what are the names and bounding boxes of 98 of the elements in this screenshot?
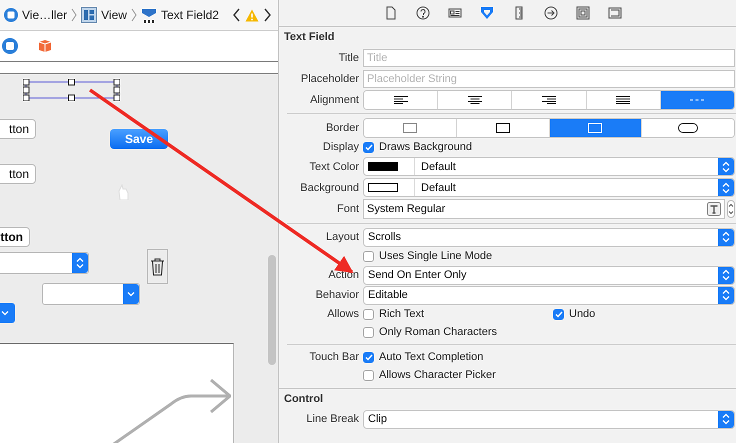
stepper-icon [722, 160, 730, 172]
field-label: Background [299, 182, 359, 194]
path-item[interactable]: Text Field2 [160, 8, 219, 22]
color-popup[interactable]: Default [363, 178, 735, 197]
inspector-tab[interactable] [574, 4, 592, 22]
push-button[interactable]: tton [0, 164, 36, 184]
inspector-tab[interactable] [414, 4, 432, 22]
stepper-icon[interactable] [727, 200, 735, 218]
checkbox-label: Uses Single Line Mode [379, 250, 492, 262]
popup-button[interactable] [0, 303, 15, 323]
bindings-icon [576, 6, 590, 20]
popup-button[interactable]: Scrolls [363, 228, 735, 246]
align-right-icon [542, 96, 556, 104]
path-item[interactable]: Vie…ller [22, 8, 68, 22]
save-button[interactable]: Save [110, 129, 168, 149]
checkmark-icon [554, 310, 562, 318]
checkbox[interactable] [363, 142, 374, 152]
field-label: Text Color [308, 160, 359, 172]
checkbox-label: Rich Text [379, 308, 424, 320]
checkbox-label: Undo [569, 308, 596, 320]
field-label: Behavior [314, 289, 359, 301]
text-input[interactable]: Title [363, 48, 735, 66]
checkmark-icon [364, 354, 372, 360]
checkbox-label: Draws Background [379, 141, 472, 153]
path-item[interactable]: View [101, 8, 127, 22]
popup-button[interactable] [42, 283, 140, 305]
view-icon [81, 7, 98, 23]
stepper-icon [76, 257, 84, 269]
text-field-icon [140, 7, 157, 23]
rounded-rect-icon [678, 122, 698, 132]
field-label: Font [336, 203, 359, 215]
field-label: Action [327, 269, 359, 281]
popup-button[interactable]: Clip [363, 410, 735, 428]
checkbox[interactable] [363, 370, 374, 380]
rectangle-icon [496, 122, 510, 132]
align-justify-icon [616, 96, 630, 104]
font-field[interactable]: System Regular [363, 199, 725, 219]
path-chevron-icon [130, 8, 137, 22]
back-icon[interactable] [232, 8, 241, 22]
checkbox[interactable] [363, 326, 374, 338]
checkbox-label: Allows Character Picker [379, 369, 496, 381]
color-popup[interactable]: Default [363, 157, 735, 176]
align-center-icon [468, 96, 482, 104]
checkbox[interactable] [553, 308, 564, 320]
checkmark-icon [364, 144, 372, 150]
field-label: Touch Bar [308, 351, 359, 363]
field-label: Line Break [305, 413, 359, 425]
text-input[interactable]: Placeholder String [363, 70, 735, 88]
field-label: Allows [326, 308, 359, 320]
stepper-icon [722, 269, 730, 281]
forward-icon[interactable] [262, 8, 271, 22]
checkbox[interactable] [363, 352, 374, 362]
dotted-rect-icon [402, 122, 417, 132]
combo-box[interactable] [0, 252, 89, 274]
selected-text-field[interactable] [23, 79, 120, 101]
chevron-down-icon [1, 310, 9, 316]
checkbox[interactable] [363, 250, 374, 262]
segment[interactable] [641, 118, 734, 136]
popup-button[interactable]: Editable [363, 286, 735, 304]
push-button[interactable]: tton [0, 227, 30, 247]
push-button[interactable]: tton [0, 119, 36, 139]
field-label: Placeholder [300, 72, 359, 84]
checkbox-label: Auto Text Completion [379, 351, 484, 363]
dashes-icon [690, 98, 704, 100]
field-label: Alignment [309, 94, 359, 106]
controller-icon [4, 8, 18, 22]
stepper-icon [722, 413, 730, 425]
stepper-icon [722, 289, 730, 301]
cube-icon[interactable] [38, 39, 52, 53]
arrow-circle-icon [544, 6, 558, 20]
align-left-icon [394, 96, 408, 104]
help-icon [416, 6, 430, 20]
cursor-icon [117, 184, 129, 200]
attributes-icon [480, 6, 494, 20]
scrollbar-thumb[interactable] [268, 255, 276, 365]
inspector-tab[interactable] [542, 4, 560, 22]
checkbox[interactable] [363, 308, 374, 320]
effects-icon [608, 6, 622, 20]
font-picker-icon[interactable] [707, 202, 721, 216]
field-label: Display [322, 141, 359, 153]
chevron-down-icon [127, 291, 135, 297]
stepper-icon [722, 182, 730, 194]
controller-icon[interactable] [2, 38, 18, 54]
checkbox-label: Only Roman Characters [379, 326, 497, 338]
stepper-icon [722, 231, 730, 243]
trash-button[interactable] [147, 249, 168, 284]
id-card-icon [448, 6, 462, 20]
segmented-control[interactable] [363, 90, 735, 110]
field-label: Border [324, 122, 359, 134]
section-title: Text Field [283, 30, 336, 45]
field-label: Layout [324, 231, 359, 243]
section-title: Control [283, 392, 324, 407]
rectangle-icon [588, 122, 602, 132]
trash-icon [150, 258, 165, 276]
field-label: Title [338, 52, 359, 64]
file-icon [384, 6, 398, 20]
popup-button[interactable]: Send On Enter Only [363, 266, 735, 284]
path-chevron-icon [71, 8, 78, 22]
